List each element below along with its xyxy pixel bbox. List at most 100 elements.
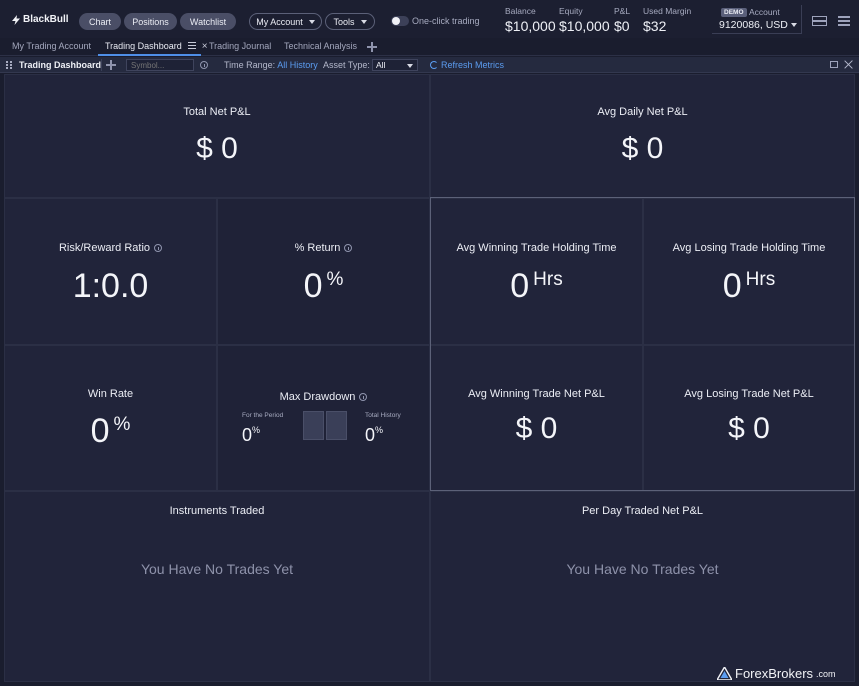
refresh-icon[interactable] bbox=[430, 61, 438, 69]
value-unit: Hrs bbox=[745, 269, 776, 290]
add-tab-icon[interactable] bbox=[367, 42, 377, 52]
card-title: Max Drawdown bbox=[218, 391, 429, 403]
account-selector[interactable]: DEMO Account 9120086, USD bbox=[712, 5, 802, 34]
card-title: Avg Winning Trade Net P&L bbox=[468, 388, 605, 400]
chevron-down-icon bbox=[360, 19, 367, 24]
my-account-dropdown[interactable]: My Account bbox=[249, 13, 322, 30]
card-value: 1:0.0 bbox=[72, 267, 149, 305]
info-icon[interactable] bbox=[344, 244, 353, 252]
demo-badge: DEMO bbox=[721, 8, 747, 17]
watchlist-button[interactable]: Watchlist bbox=[180, 13, 236, 30]
popout-icon[interactable] bbox=[830, 61, 838, 68]
card-title-text: Max Drawdown bbox=[279, 391, 356, 403]
card-title: % Return bbox=[218, 242, 429, 254]
card-value: 0% bbox=[5, 412, 216, 451]
card-value: 0 Hrs bbox=[644, 267, 854, 306]
positions-button[interactable]: Positions bbox=[124, 13, 177, 30]
triangle-logo-icon bbox=[717, 667, 732, 680]
divider bbox=[101, 59, 102, 71]
add-widget-icon[interactable] bbox=[106, 60, 116, 70]
stat-value: $10,000 bbox=[505, 18, 556, 34]
tab-technical-analysis[interactable]: Technical Analysis bbox=[284, 41, 357, 51]
card-title: Per Day Traded Net P&L bbox=[581, 505, 704, 517]
close-icon[interactable] bbox=[844, 60, 853, 69]
tab-menu-icon[interactable] bbox=[188, 42, 197, 49]
win-rate-card: Win Rate 0% bbox=[4, 345, 217, 491]
toolbar-title: Trading Dashboard bbox=[19, 60, 102, 70]
stat-label: Balance bbox=[505, 6, 536, 16]
watermark-suffix: .com bbox=[816, 668, 836, 679]
top-bar: BlackBull Chart Positions Watchlist My A… bbox=[0, 0, 859, 38]
info-icon[interactable] bbox=[359, 393, 368, 401]
card-title-text: Risk/Reward Ratio bbox=[58, 242, 151, 254]
chevron-down-icon bbox=[308, 19, 315, 24]
equity-stat: Equity $10,000 bbox=[559, 6, 610, 34]
tab-my-trading-account[interactable]: My Trading Account bbox=[12, 41, 91, 51]
card-value: 0 Hrs bbox=[431, 267, 642, 306]
time-range-value[interactable]: All History bbox=[277, 60, 318, 70]
watermark: ForexBrokers .com bbox=[717, 666, 836, 681]
pct-return-card: % Return 0% bbox=[217, 198, 430, 345]
total-history-label: Total History bbox=[365, 412, 401, 419]
value-number: 0 bbox=[303, 267, 323, 305]
stat-value: $10,000 bbox=[559, 18, 610, 34]
active-tab-indicator bbox=[98, 54, 201, 56]
tab-trading-journal[interactable]: Trading Journal bbox=[209, 41, 271, 51]
balance-stat: Balance $10,000 bbox=[505, 6, 556, 34]
value-unit: % bbox=[326, 269, 344, 290]
card-value: 0% bbox=[218, 267, 429, 306]
bolt-icon bbox=[12, 14, 20, 25]
asset-type-select[interactable]: All bbox=[372, 59, 418, 71]
layout-icon[interactable] bbox=[812, 16, 827, 26]
asset-type-value: All bbox=[376, 60, 386, 70]
close-tab-icon[interactable]: × bbox=[202, 41, 208, 52]
for-the-period-label: For the Period bbox=[242, 412, 284, 419]
value-number: 0 bbox=[90, 412, 110, 450]
card-title: Win Rate bbox=[87, 388, 134, 400]
tab-trading-dashboard[interactable]: Trading Dashboard × bbox=[105, 41, 208, 52]
total-history-value: 0% bbox=[365, 425, 383, 446]
card-title-text: % Return bbox=[294, 242, 341, 254]
info-icon[interactable] bbox=[200, 61, 208, 69]
used-margin-stat: Used Margin $32 bbox=[643, 6, 691, 34]
time-range: Time Range: All History bbox=[224, 60, 318, 70]
asset-type-label: Asset Type: bbox=[323, 60, 370, 70]
card-value: $ 0 bbox=[196, 132, 238, 165]
avg-daily-net-pnl-card: Avg Daily Net P&L $ 0 bbox=[430, 74, 855, 198]
value-unit: % bbox=[113, 414, 131, 435]
avg-losing-pnl-card: Avg Losing Trade Net P&L $ 0 bbox=[643, 345, 855, 491]
total-net-pnl-card: Total Net P&L $ 0 bbox=[4, 74, 430, 198]
tools-dropdown[interactable]: Tools bbox=[325, 13, 375, 30]
card-title: Avg Losing Trade Holding Time bbox=[672, 242, 826, 254]
avg-winning-hold-card: Avg Winning Trade Holding Time 0 Hrs bbox=[430, 198, 643, 345]
account-label: Account bbox=[749, 7, 780, 17]
card-title: Avg Losing Trade Net P&L bbox=[684, 388, 814, 400]
dashboard-toolbar: Trading Dashboard Time Range: All Histor… bbox=[0, 57, 859, 73]
refresh-metrics-button[interactable]: Refresh Metrics bbox=[441, 60, 504, 70]
value-unit: % bbox=[252, 425, 261, 435]
dashboard-grid: Total Net P&L $ 0 Avg Daily Net P&L $ 0 … bbox=[4, 74, 855, 682]
drawdown-bar-history bbox=[326, 411, 347, 440]
card-value: $ 0 bbox=[728, 412, 770, 445]
hamburger-menu-icon[interactable] bbox=[838, 16, 850, 26]
info-icon[interactable] bbox=[154, 244, 163, 252]
chart-button[interactable]: Chart bbox=[79, 13, 121, 30]
value-unit: Hrs bbox=[533, 269, 563, 290]
watermark-brand: ForexBrokers bbox=[735, 666, 814, 681]
drag-handle-icon[interactable] bbox=[6, 61, 12, 69]
chart-button-label: Chart bbox=[88, 16, 111, 27]
toggle-knob bbox=[392, 17, 400, 25]
avg-losing-hold-card: Avg Losing Trade Holding Time 0 Hrs bbox=[643, 198, 855, 345]
chevron-down-icon bbox=[790, 23, 797, 28]
stat-label: P&L bbox=[614, 6, 631, 16]
account-number: 9120086, USD bbox=[719, 19, 788, 31]
empty-state-message: You Have No Trades Yet bbox=[140, 561, 294, 577]
value-number: 0 bbox=[722, 267, 742, 305]
card-title: Avg Winning Trade Holding Time bbox=[456, 242, 617, 254]
drawdown-bar-period bbox=[303, 411, 324, 440]
value-number: 0 bbox=[242, 425, 253, 445]
app-logo[interactable]: BlackBull bbox=[12, 14, 69, 25]
workspace-tabs: My Trading Account Trading Dashboard × T… bbox=[0, 38, 859, 56]
one-click-toggle[interactable] bbox=[391, 16, 409, 26]
symbol-search-input[interactable] bbox=[126, 59, 194, 71]
